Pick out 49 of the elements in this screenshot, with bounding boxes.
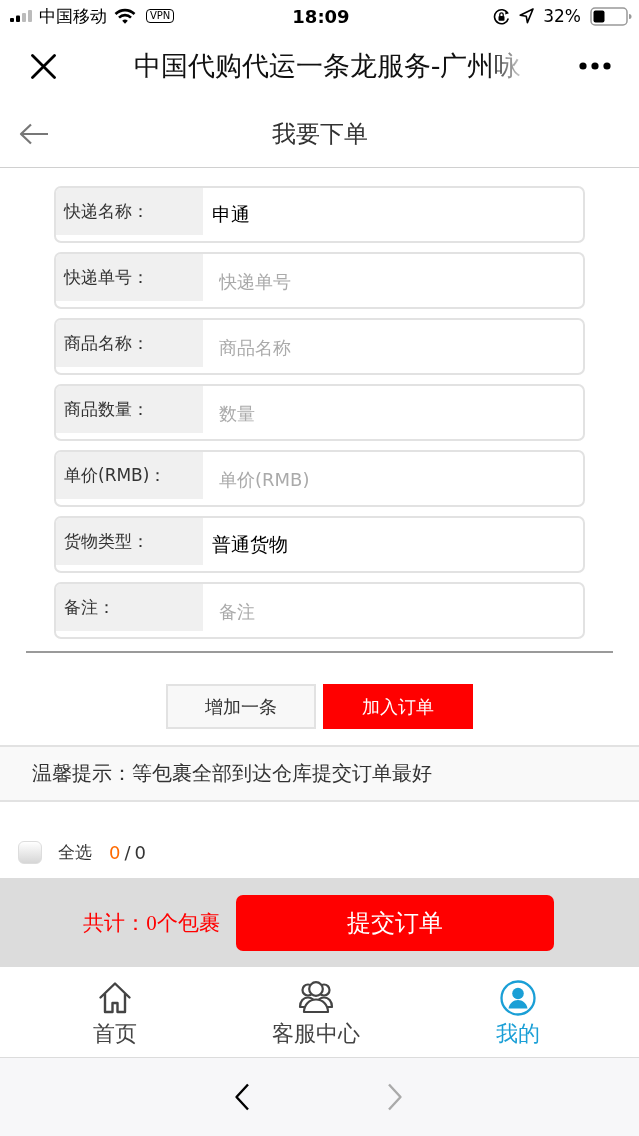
field-label: 备注： xyxy=(56,584,203,631)
tab-item[interactable]: 首页 xyxy=(92,967,137,1057)
form-field[interactable]: 单价(RMB)： 单价(RMB) xyxy=(54,450,585,507)
checkbox[interactable] xyxy=(18,840,42,864)
vpn-indicator: VPN xyxy=(146,9,175,23)
signal-icon xyxy=(10,10,32,22)
home-icon xyxy=(96,980,133,1016)
action-button[interactable]: 增加一条 xyxy=(166,684,316,729)
input-field[interactable]: 商品名称 xyxy=(203,320,583,373)
input-field[interactable]: 普通货物 xyxy=(203,518,583,571)
rotation-lock-icon xyxy=(493,7,511,25)
input-field[interactable]: 申通 xyxy=(203,188,583,241)
tip-text: 温馨提示：等包裹全部到达仓库提交订单最好 xyxy=(32,760,432,787)
battery-icon xyxy=(590,6,632,26)
page-title: 我要下单 xyxy=(271,118,368,150)
form-field[interactable]: 快递单号： 快递单号 xyxy=(54,252,585,309)
user-circle-icon xyxy=(500,980,537,1016)
package-total: 共计：0个包裹 xyxy=(83,909,220,937)
input-field[interactable]: 单价(RMB) xyxy=(203,452,583,505)
browser-title: 中国代购代运一条龙服务-广州咏 xyxy=(133,49,522,83)
action-button[interactable]: 加入订单 xyxy=(323,684,473,729)
field-label: 货物类型： xyxy=(56,518,203,565)
field-label: 单价(RMB)： xyxy=(56,452,203,499)
input-field[interactable]: 数量 xyxy=(203,386,583,439)
select-all-label[interactable]: 全选 xyxy=(58,840,92,864)
form-field[interactable]: 商品数量： 数量 xyxy=(54,384,585,441)
more-icon[interactable] xyxy=(579,62,611,70)
clock-time: 18:09 xyxy=(292,5,350,27)
tab-item[interactable]: 客服中心 xyxy=(272,967,361,1057)
battery-percent: 32% xyxy=(543,6,581,26)
input-field[interactable]: 备注 xyxy=(203,584,583,637)
field-label: 快递名称： xyxy=(56,188,203,235)
field-label: 商品名称： xyxy=(56,320,203,367)
wifi-icon xyxy=(114,8,136,24)
location-arrow-icon xyxy=(519,8,535,24)
form-field[interactable]: 货物类型： 普通货物 xyxy=(54,516,585,573)
field-label: 商品数量： xyxy=(56,386,203,433)
selection-count: 0 / 0 xyxy=(109,841,146,863)
form-field[interactable]: 备注： 备注 xyxy=(54,582,585,639)
chevron-left-icon[interactable] xyxy=(234,1083,250,1111)
field-label: 快递单号： xyxy=(56,254,203,301)
close-icon[interactable] xyxy=(31,53,56,79)
form-field[interactable]: 商品名称： 商品名称 xyxy=(54,318,585,375)
submit-order-button[interactable]: 提交订单 xyxy=(235,894,554,951)
carrier-name: 中国移动 xyxy=(39,4,107,28)
form-field[interactable]: 快递名称： 申通 xyxy=(54,186,585,243)
people-icon xyxy=(298,980,335,1016)
input-field[interactable]: 快递单号 xyxy=(203,254,583,307)
back-arrow-icon[interactable] xyxy=(19,122,49,145)
